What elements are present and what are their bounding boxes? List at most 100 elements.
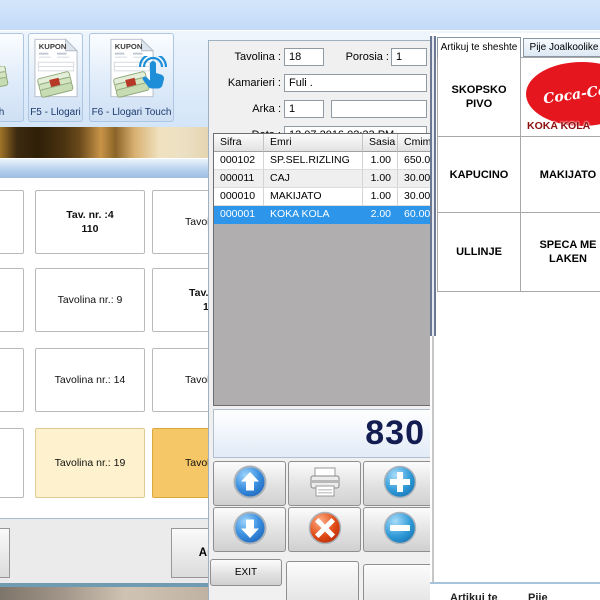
add-item-button[interactable] <box>363 461 432 506</box>
tavolina-label: Tavolina : <box>216 51 281 63</box>
toolbar-button-f6-llogari-touch[interactable]: KUPON F6 - Llogar <box>89 33 174 122</box>
kamarieri-field[interactable]: Fuli . <box>284 74 427 92</box>
bottom-texture <box>0 587 210 600</box>
table-button-partial[interactable] <box>0 428 24 498</box>
column-header[interactable]: Emri <box>264 134 363 152</box>
minus-icon <box>382 510 418 549</box>
ribbon-top-band <box>0 0 600 30</box>
product-button-speca-me-laken[interactable]: SPECA ME LAKEN <box>520 212 600 292</box>
cell-sifra: 000102 <box>214 152 264 170</box>
table-button-tav-19[interactable]: Tavolina nr.: 19 <box>35 428 145 498</box>
arka-field-2[interactable] <box>331 100 427 118</box>
table-button-label: Tavolina nr.: 9 <box>58 293 123 307</box>
cell-cmimi: 650.00 <box>398 152 432 170</box>
table-button-partial[interactable] <box>0 190 24 254</box>
cell-emri: SP.SEL.RIZLING <box>264 152 363 170</box>
products-panel: Artikuj te sheshte Pije Joalkoolike SKOP… <box>430 33 600 600</box>
exit-button[interactable]: EXIT <box>210 559 282 586</box>
cell-cmimi: 30.00 <box>398 188 432 206</box>
cell-sasia: 2.00 <box>363 206 398 224</box>
cell-cmimi: 60.00 <box>398 206 432 224</box>
table-row[interactable]: 000010 MAKIJATO 1.00 30.00 <box>214 188 432 206</box>
arka-field[interactable]: 1 <box>284 100 324 118</box>
items-table-header: Sifra Emri Sasia Cmimi <box>214 134 432 152</box>
product-label: ULLINJE <box>456 245 502 259</box>
cell-emri: MAKIJATO <box>264 188 363 206</box>
product-label: KOKA KOLA <box>527 119 600 133</box>
coca-cola-logo: Coca-Cola <box>526 62 600 126</box>
svg-text:KUPON: KUPON <box>38 42 66 51</box>
cell-sasia: 1.00 <box>363 188 398 206</box>
product-label: MAKIJATO <box>540 168 596 182</box>
table-button-partial[interactable] <box>0 348 24 412</box>
column-header[interactable]: Sifra <box>214 134 264 152</box>
move-up-button[interactable] <box>213 461 286 506</box>
total-display: 830 <box>213 409 432 458</box>
table-button-label: 1 <box>189 300 209 314</box>
items-table: Sifra Emri Sasia Cmimi 000102 SP.SEL.RIZ… <box>213 133 432 406</box>
cell-emri: CAJ <box>264 170 363 188</box>
table-button-tav-4[interactable]: Tav. nr. :4 110 <box>35 190 145 254</box>
table-button-label: Tav. nr. :4 <box>66 208 113 222</box>
coca-cola-script-text: Coca-Cola <box>542 82 600 107</box>
product-button-skopsko-pivo[interactable]: SKOPSKO PIVO <box>437 57 521 137</box>
arka-label: Arka : <box>216 103 281 115</box>
bottom-partial-label: Pije <box>528 592 548 600</box>
column-header[interactable]: Sasia <box>363 134 398 152</box>
cell-sifra: 000011 <box>214 170 264 188</box>
column-header[interactable]: Cmimi <box>398 134 432 152</box>
table-button-label: Tavolina nr.: 14 <box>55 373 126 387</box>
product-button-koka-kola[interactable]: Coca-Cola KOKA KOLA <box>520 57 600 137</box>
left-bottom-button-partial[interactable] <box>0 528 10 578</box>
pos-window: Touch KUPON F5 - Llogar <box>0 0 600 600</box>
table-button-tav-9[interactable]: Tavolina nr.: 9 <box>35 268 145 332</box>
panel-splitter[interactable] <box>430 36 436 336</box>
product-button-kapucino[interactable]: KAPUCINO <box>437 136 521 213</box>
cell-sasia: 1.00 <box>363 170 398 188</box>
plus-icon <box>382 464 418 503</box>
money-stack-icon <box>0 66 13 97</box>
toolbar-button-label: F5 - Llogari <box>29 107 82 118</box>
up-arrow-icon <box>232 464 268 503</box>
banner-blue-bar <box>0 158 210 178</box>
tab-pije-joalkoolike[interactable]: Pije Joalkoolike <box>523 38 600 57</box>
panel-splitter-lower <box>432 336 434 583</box>
toolbar-button-f5-llogari[interactable]: KUPON F5 - Llogari <box>28 33 83 122</box>
toolbar-button-label: F6 - Llogari Touch <box>90 107 173 118</box>
porosia-field[interactable]: 1 <box>391 48 427 66</box>
table-row[interactable]: 000102 SP.SEL.RIZLING 1.00 650.00 <box>214 152 432 170</box>
kupon-receipt-icon: KUPON <box>34 38 78 101</box>
print-button[interactable] <box>288 461 361 506</box>
exit-button-label: EXIT <box>235 567 257 578</box>
table-button-partial[interactable] <box>0 268 24 332</box>
down-arrow-icon <box>232 510 268 549</box>
table-button-label: Tavol <box>185 215 210 229</box>
cell-sifra: 000001 <box>214 206 264 224</box>
cell-sifra: 000010 <box>214 188 264 206</box>
table-row[interactable]: 000011 CAJ 1.00 30.00 <box>214 170 432 188</box>
table-button-tav-14[interactable]: Tavolina nr.: 14 <box>35 348 145 412</box>
toolbar-button-touch-partial[interactable]: Touch <box>0 33 24 122</box>
table-button-label: 110 <box>82 222 99 236</box>
storno-button[interactable]: F11 - Storno Incizo <box>286 561 359 600</box>
printer-icon <box>307 464 343 503</box>
product-label: SKOPSKO PIVO <box>440 83 518 111</box>
remove-quantity-button[interactable] <box>363 507 432 552</box>
product-button-ullinje[interactable]: ULLINJE <box>437 212 521 292</box>
product-label: SPECA ME LAKEN <box>523 238 600 266</box>
bottom-partial-label: Artikuj te <box>450 592 498 600</box>
move-down-button[interactable] <box>213 507 286 552</box>
table-button-label: Tav. <box>189 286 208 300</box>
porosia-label: Porosia : <box>334 51 389 63</box>
tab-artikuj-te-sheshte[interactable]: Artikuj te sheshte <box>437 37 521 58</box>
product-label: KAPUCINO <box>450 168 509 182</box>
kamarieri-label: Kamarieri : <box>216 77 281 89</box>
table-row-selected[interactable]: 000001 KOKA KOLA 2.00 60.00 <box>214 206 432 224</box>
toolbar-button-label: Touch <box>0 107 23 118</box>
banner-image <box>0 127 210 158</box>
product-button-makijato[interactable]: MAKIJATO <box>520 136 600 213</box>
incizo-button[interactable]: F9 - Incizo <box>363 564 432 600</box>
tavolina-field[interactable]: 18 <box>284 48 324 66</box>
bottom-separator-line <box>430 582 600 584</box>
delete-item-button[interactable] <box>288 507 361 552</box>
